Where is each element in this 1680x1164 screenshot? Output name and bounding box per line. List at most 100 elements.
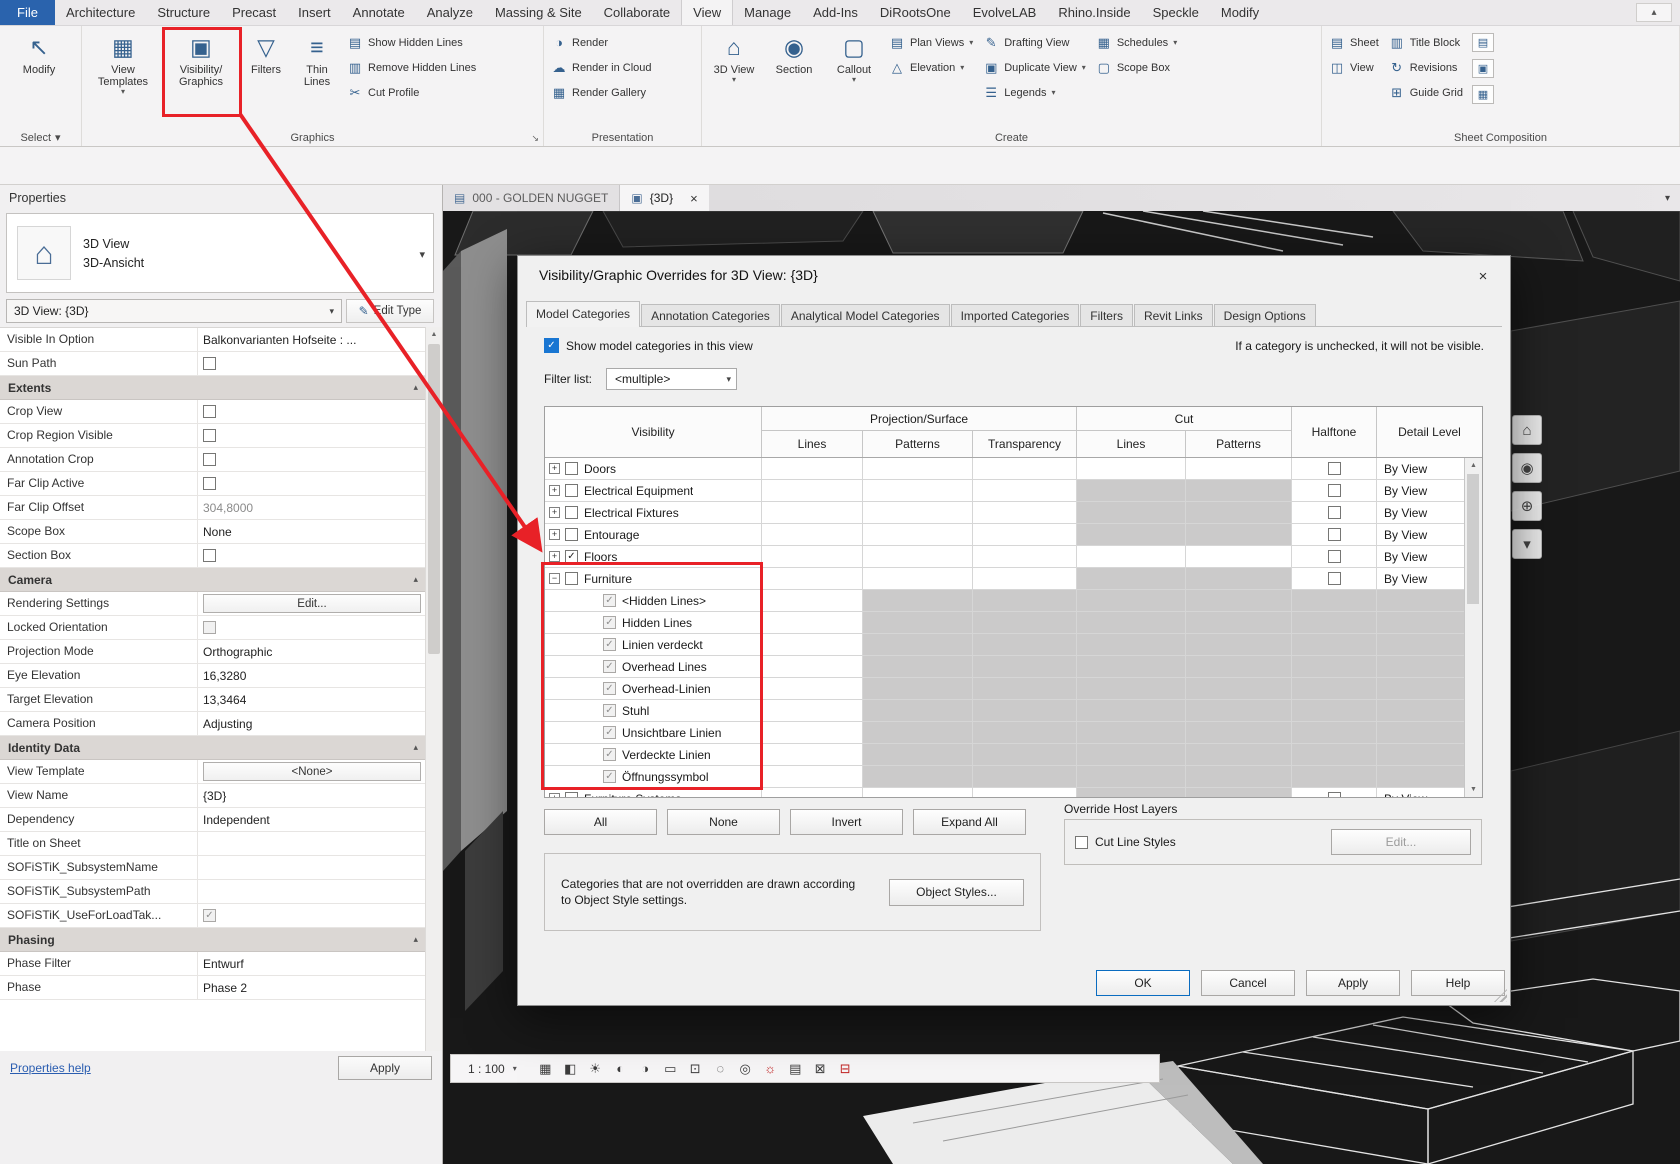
category-checkbox[interactable]: [565, 528, 578, 541]
callout-button[interactable]: ▢ Callout ▾: [824, 27, 884, 84]
property-row-annotation-crop[interactable]: Annotation Crop: [0, 448, 426, 472]
override-edit-button[interactable]: Edit...: [1331, 829, 1471, 855]
temporary-view-properties-button[interactable]: ▤: [784, 1058, 807, 1080]
subcategory-checkbox[interactable]: [603, 770, 616, 783]
tab-structure[interactable]: Structure: [146, 0, 221, 25]
tab-insert[interactable]: Insert: [287, 0, 342, 25]
dialog-close-button[interactable]: ×: [1469, 265, 1497, 287]
small-tool-button-1[interactable]: ▤: [1472, 33, 1494, 52]
property-row-phase[interactable]: PhasePhase 2: [0, 976, 426, 1000]
category-checkbox[interactable]: [565, 572, 578, 585]
show-model-categories-checkbox[interactable]: [544, 338, 559, 353]
navigation-wheel-button[interactable]: ◉: [1512, 453, 1542, 483]
subcategory-checkbox[interactable]: [603, 726, 616, 739]
subcategory-row-overhead-linien[interactable]: Overhead-Linien: [545, 678, 1464, 700]
elevation-button[interactable]: △Elevation▾: [884, 55, 978, 80]
expand-icon[interactable]: +: [549, 507, 560, 518]
subcategory-row-oeffnungssymbol[interactable]: Öffnungssymbol: [545, 766, 1464, 788]
halftone-checkbox[interactable]: [1328, 792, 1341, 797]
column-projection-surface[interactable]: Projection/Surface: [762, 407, 1077, 431]
all-button[interactable]: All: [544, 809, 657, 835]
temporary-hide-isolate-button[interactable]: ◎: [734, 1058, 757, 1080]
property-row-rendering-settings[interactable]: Rendering SettingsEdit...: [0, 592, 426, 616]
subcategory-checkbox[interactable]: [603, 616, 616, 629]
property-row-sun-path[interactable]: Sun Path: [0, 352, 426, 376]
schedules-button[interactable]: ▦Schedules▾: [1091, 30, 1182, 55]
properties-apply-button[interactable]: Apply: [338, 1056, 432, 1080]
viewcube-home-button[interactable]: ⌂: [1512, 415, 1542, 445]
scrollbar-thumb[interactable]: [428, 344, 440, 654]
collapse-icon[interactable]: ▴: [413, 574, 418, 585]
category-checkbox[interactable]: [565, 462, 578, 475]
view-button[interactable]: ◫View: [1324, 55, 1384, 80]
rendering-dialog-button[interactable]: ◑: [634, 1058, 657, 1080]
property-section-identity-data[interactable]: Identity Data▴: [0, 736, 426, 760]
category-row-furniture-systems[interactable]: +Furniture Systems By View: [545, 788, 1464, 797]
halftone-checkbox[interactable]: [1328, 506, 1341, 519]
cut-line-styles-checkbox[interactable]: [1075, 836, 1088, 849]
crop-view-checkbox[interactable]: [203, 405, 216, 418]
view-tab-menu-icon[interactable]: ▾: [1665, 193, 1670, 204]
property-row-view-template[interactable]: View Template<None>: [0, 760, 426, 784]
tab-file[interactable]: File: [0, 0, 55, 25]
property-row-section-box[interactable]: Section Box: [0, 544, 426, 568]
duplicate-view-button[interactable]: ▣Duplicate View▾: [978, 55, 1091, 80]
detail-level-cell[interactable]: By View: [1377, 788, 1464, 797]
cut-profile-button[interactable]: ✂Cut Profile: [342, 80, 481, 105]
property-row-camera-position[interactable]: Camera PositionAdjusting: [0, 712, 426, 736]
help-button[interactable]: Help: [1411, 970, 1505, 996]
section-box-checkbox[interactable]: [203, 549, 216, 562]
property-row-sofistik-subsystempath[interactable]: SOFiSTiK_SubsystemPath: [0, 880, 426, 904]
filter-list-combobox[interactable]: <multiple>▾: [606, 368, 737, 390]
unlocked-view-button[interactable]: ◌: [709, 1058, 732, 1080]
category-checkbox[interactable]: [565, 792, 578, 797]
drafting-view-button[interactable]: ✎Drafting View: [978, 30, 1091, 55]
subcategory-checkbox[interactable]: [603, 594, 616, 607]
tab-filters[interactable]: Filters: [1080, 304, 1133, 326]
column-detail-level[interactable]: Detail Level: [1377, 407, 1482, 457]
expand-icon[interactable]: +: [549, 529, 560, 540]
tab-model-categories[interactable]: Model Categories: [526, 301, 640, 326]
detail-level-cell[interactable]: By View: [1377, 524, 1464, 545]
show-hidden-lines-button[interactable]: ▤Show Hidden Lines: [342, 30, 481, 55]
crop-view-button[interactable]: ▭: [659, 1058, 682, 1080]
object-styles-button[interactable]: Object Styles...: [889, 879, 1024, 906]
expand-icon[interactable]: +: [549, 551, 560, 562]
category-checkbox[interactable]: [565, 506, 578, 519]
tab-dirootsone[interactable]: DiRootsOne: [869, 0, 962, 25]
tab-massing-site[interactable]: Massing & Site: [484, 0, 593, 25]
small-tool-button-2[interactable]: ▣: [1472, 59, 1494, 78]
sofistik-checkbox[interactable]: [203, 909, 216, 922]
detail-level-button[interactable]: ▦: [534, 1058, 557, 1080]
subcategory-checkbox[interactable]: [603, 704, 616, 717]
subcategory-row-hidden-lines-bracket[interactable]: <Hidden Lines>: [545, 590, 1464, 612]
property-row-target-elevation[interactable]: Target Elevation13,3464: [0, 688, 426, 712]
properties-help-link[interactable]: Properties help: [10, 1061, 91, 1075]
legends-button[interactable]: ☰Legends▾: [978, 80, 1091, 105]
remove-hidden-lines-button[interactable]: ▥Remove Hidden Lines: [342, 55, 481, 80]
show-crop-region-button[interactable]: ⊡: [684, 1058, 707, 1080]
column-cut[interactable]: Cut: [1077, 407, 1292, 431]
tab-architecture[interactable]: Architecture: [55, 0, 146, 25]
tab-annotation-categories[interactable]: Annotation Categories: [641, 304, 780, 326]
tab-rhino-inside[interactable]: Rhino.Inside: [1047, 0, 1141, 25]
halftone-checkbox[interactable]: [1328, 528, 1341, 541]
tab-speckle[interactable]: Speckle: [1142, 0, 1210, 25]
property-row-sofistik-useforloadtak[interactable]: SOFiSTiK_UseForLoadTak...: [0, 904, 426, 928]
property-section-extents[interactable]: Extents▴: [0, 376, 426, 400]
render-gallery-button[interactable]: ▦Render Gallery: [546, 80, 657, 105]
title-block-button[interactable]: ▥Title Block: [1384, 30, 1468, 55]
property-row-crop-region-visible[interactable]: Crop Region Visible: [0, 424, 426, 448]
halftone-checkbox[interactable]: [1328, 462, 1341, 475]
scrollbar-thumb[interactable]: [1467, 474, 1479, 604]
plan-views-button[interactable]: ▤Plan Views▾: [884, 30, 978, 55]
zoom-button[interactable]: ⊕: [1512, 491, 1542, 521]
view-tab-3d[interactable]: ▣ {3D} ×: [620, 185, 708, 211]
property-row-far-clip-offset[interactable]: Far Clip Offset304,8000: [0, 496, 426, 520]
category-row-furniture[interactable]: −Furniture By View: [545, 568, 1464, 590]
view-template-button[interactable]: <None>: [203, 762, 421, 781]
render-button[interactable]: ◑Render: [546, 30, 657, 55]
sheet-button[interactable]: ▤Sheet: [1324, 30, 1384, 55]
tab-modify[interactable]: Modify: [1210, 0, 1270, 25]
category-row-electrical-fixtures[interactable]: +Electrical Fixtures By View: [545, 502, 1464, 524]
